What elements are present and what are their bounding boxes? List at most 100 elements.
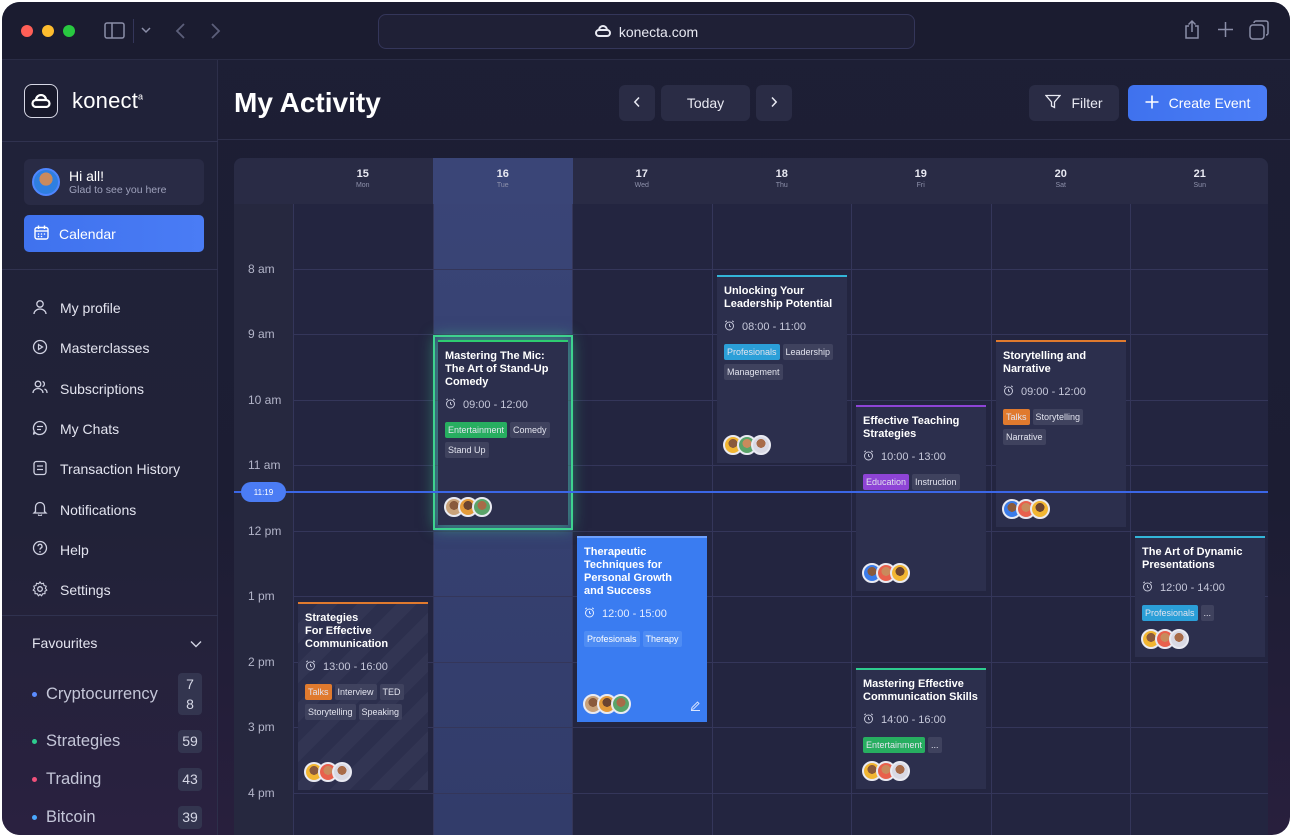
event-time-text: 13:00 - 16:00 — [323, 661, 388, 673]
event-tag[interactable]: ... — [1200, 605, 1215, 621]
clock-icon — [724, 320, 735, 334]
event-tag[interactable]: Management — [724, 364, 783, 380]
event-tag[interactable]: Profesionals — [724, 344, 780, 360]
chevron-down-icon[interactable] — [141, 22, 151, 42]
prev-week-button[interactable] — [619, 85, 655, 121]
event-tag[interactable]: Education — [863, 474, 910, 490]
event-card[interactable]: Storytelling and Narrative 09:00 - 12:00… — [996, 340, 1126, 527]
day-name: Tue — [496, 182, 509, 189]
hour-label: 12 pm — [248, 524, 282, 538]
day-number: 19 — [914, 168, 927, 180]
today-button[interactable]: Today — [661, 85, 750, 121]
event-tag[interactable]: Narrative — [1003, 429, 1046, 445]
share-icon[interactable] — [1184, 19, 1200, 43]
sidebar-item-transaction-history[interactable]: Transaction History — [32, 449, 180, 489]
favourite-item-bitcoin[interactable]: Bitcoin 39 — [32, 803, 202, 831]
user-icon — [32, 299, 48, 318]
user-greeting-card[interactable]: Hi all! Glad to see you here — [24, 159, 204, 205]
event-tag[interactable]: Instruction — [912, 474, 960, 490]
event-tag[interactable]: Stand Up — [445, 442, 489, 458]
attendee-avatars[interactable] — [304, 762, 352, 782]
day-header-mon[interactable]: 15 Mon — [293, 158, 433, 204]
zoom-window-button[interactable] — [63, 25, 75, 37]
next-week-button[interactable] — [756, 85, 792, 121]
edit-icon[interactable] — [690, 698, 701, 716]
event-tag[interactable]: Therapy — [642, 631, 682, 647]
address-bar[interactable]: konecta.com — [378, 14, 915, 49]
back-arrow-icon[interactable] — [175, 22, 187, 43]
favourite-count: 43 — [178, 767, 202, 791]
day-header-fri[interactable]: 19 Fri — [851, 158, 991, 204]
day-header-thu[interactable]: 18 Thu — [712, 158, 852, 204]
event-card[interactable]: The Art of Dynamic Presentations 12:00 -… — [1135, 536, 1265, 657]
event-tag[interactable]: Interview — [334, 684, 377, 700]
brand[interactable]: konecta — [24, 84, 143, 118]
sidebar-item-settings[interactable]: Settings — [32, 570, 180, 610]
favourites-header[interactable]: Favourites — [32, 635, 202, 651]
event-card[interactable]: Therapeutic Techniques for Personal Grow… — [577, 536, 707, 722]
attendee-avatars[interactable] — [723, 435, 771, 455]
event-card-selected[interactable]: Mastering The Mic: The Art of Stand-Up C… — [433, 335, 573, 530]
sidebar-toggle-icon[interactable] — [104, 22, 125, 42]
event-card[interactable]: Mastering Effective Communication Skills… — [856, 668, 986, 789]
event-tags: Talks Interview TED Storytelling Speakin… — [305, 684, 421, 720]
clock-icon — [1142, 581, 1153, 595]
event-tags: Talks Storytelling Narrative — [1003, 409, 1119, 445]
attendee-avatars[interactable] — [862, 563, 910, 583]
current-time-line — [234, 491, 1268, 493]
attendee-avatars[interactable] — [1141, 629, 1189, 649]
favourite-label: Cryptocurrency — [46, 684, 158, 703]
event-card[interactable]: Unlocking Your Leadership Potential 08:0… — [717, 275, 847, 463]
forward-arrow-icon[interactable] — [209, 22, 221, 43]
close-window-button[interactable] — [21, 25, 33, 37]
event-tag[interactable]: Talks — [305, 684, 332, 700]
sidebar-item-notifications[interactable]: Notifications — [32, 489, 180, 529]
event-card[interactable]: Effective Teaching Strategies 10:00 - 13… — [856, 405, 986, 591]
event-tag[interactable]: Storytelling — [1032, 409, 1084, 425]
day-header-sat[interactable]: 20 Sat — [991, 158, 1131, 204]
event-tag[interactable]: Entertainment — [445, 422, 508, 438]
sidebar-item-masterclasses[interactable]: Masterclasses — [32, 328, 180, 368]
event-tag[interactable]: Profesionals — [1142, 605, 1198, 621]
event-tag[interactable]: Speaking — [358, 704, 403, 720]
sidebar-item-my-chats[interactable]: My Chats — [32, 409, 180, 449]
sidebar-item-label: Transaction History — [60, 461, 181, 478]
day-header-wed[interactable]: 17 Wed — [572, 158, 712, 204]
create-event-button[interactable]: Create Event — [1128, 85, 1267, 121]
sidebar-item-calendar[interactable]: Calendar — [24, 215, 204, 252]
new-tab-icon[interactable] — [1217, 21, 1234, 41]
sidebar-item-label: Masterclasses — [60, 340, 150, 357]
chat-icon — [32, 420, 48, 439]
event-tag[interactable]: TED — [379, 684, 404, 700]
event-tag[interactable]: ... — [928, 737, 942, 753]
event-tag[interactable]: Entertainment — [863, 737, 926, 753]
attendee-avatars[interactable] — [583, 694, 631, 714]
event-tag[interactable]: Storytelling — [305, 704, 356, 720]
minimize-window-button[interactable] — [42, 25, 54, 37]
event-tag[interactable]: Comedy — [510, 422, 550, 438]
event-time-text: 12:00 - 15:00 — [602, 608, 667, 620]
day-header-tue[interactable]: 16 Tue — [433, 158, 573, 204]
sidebar-item-help[interactable]: Help — [32, 530, 180, 570]
favourite-item-strategies[interactable]: Strategies 59 — [32, 727, 202, 755]
hour-label: 4 pm — [248, 786, 275, 800]
day-header-sun[interactable]: 21 Sun — [1130, 158, 1268, 204]
filter-button[interactable]: Filter — [1029, 85, 1119, 121]
clock-icon — [863, 450, 874, 464]
attendee-avatars[interactable] — [444, 497, 492, 517]
favourite-item-trading[interactable]: Trading 43 — [32, 765, 202, 793]
event-tag[interactable]: Leadership — [782, 344, 834, 360]
favourite-item-cryptocurrency[interactable]: Cryptocurrency 7 8 — [32, 672, 202, 716]
sidebar-item-my-profile[interactable]: My profile — [32, 288, 180, 328]
sidebar-item-label: Notifications — [60, 501, 137, 518]
event-card[interactable]: Strategies For Effective Communication 1… — [298, 602, 428, 790]
attendee-avatars[interactable] — [862, 761, 910, 781]
event-tag[interactable]: Talks — [1003, 409, 1030, 425]
chevron-down-icon[interactable] — [190, 635, 202, 651]
attendee-avatars[interactable] — [1002, 499, 1050, 519]
day-number: 15 — [356, 168, 369, 180]
sidebar-item-subscriptions[interactable]: Subscriptions — [32, 369, 180, 409]
event-tag[interactable]: Profesionals — [584, 631, 640, 647]
tab-overview-icon[interactable] — [1249, 20, 1269, 43]
event-time: 12:00 - 15:00 — [584, 607, 700, 621]
